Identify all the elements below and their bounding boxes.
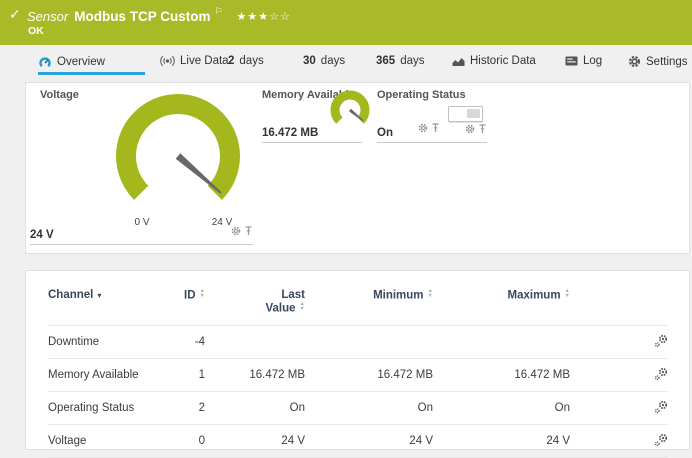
tab-365-days[interactable]: 365days — [376, 55, 424, 67]
sort-icon: ▲▼ — [200, 289, 205, 298]
sort-desc-icon: ▾ — [97, 291, 101, 300]
channel-id: 1 — [158, 358, 205, 391]
voltage-value: 24 V — [30, 229, 54, 241]
log-icon — [565, 56, 578, 66]
tab-historic-data[interactable]: Historic Data — [452, 55, 536, 67]
tab-30-days[interactable]: 30days — [303, 55, 345, 67]
pin-icon[interactable] — [478, 121, 487, 139]
channel-minimum: On — [305, 391, 433, 424]
channel-table-panel: Channel▾ ID▲▼ Last Value▲▼ Minimum▲▼ Max… — [25, 270, 690, 450]
column-header-id[interactable]: ID▲▼ — [158, 277, 205, 325]
channel-name: Operating Status — [48, 391, 158, 424]
object-kind-label: Sensor — [27, 9, 68, 24]
table-row: Operating Status 2 On On On — [48, 391, 668, 424]
priority-stars[interactable]: ★★★☆☆ — [237, 11, 291, 23]
channel-last-value: 16.472 MB — [205, 358, 305, 391]
column-header-actions — [570, 277, 668, 325]
voltage-gauge-needle — [176, 153, 222, 194]
channel-maximum — [433, 325, 570, 358]
channel-name: Downtime — [48, 325, 158, 358]
channel-name: Memory Available — [48, 358, 158, 391]
channel-id: 2 — [158, 391, 205, 424]
table-row: Voltage 0 24 V 24 V 24 V — [48, 424, 668, 457]
sensor-title: Modbus TCP Custom — [74, 9, 210, 24]
channel-id: -4 — [158, 325, 205, 358]
pin-icon[interactable] — [244, 223, 253, 241]
operating-status-title: Operating Status — [377, 89, 466, 101]
tab-bar: Overview Live Data 2days 30days 365days … — [0, 45, 692, 78]
channel-table: Channel▾ ID▲▼ Last Value▲▼ Minimum▲▼ Max… — [48, 277, 668, 458]
channel-id: 0 — [158, 424, 205, 457]
gear-icon[interactable] — [465, 121, 475, 139]
table-row: Downtime -4 — [48, 325, 668, 358]
tab-settings[interactable]: Settings — [628, 55, 688, 68]
channel-maximum: 16.472 MB — [433, 358, 570, 391]
tab-log[interactable]: Log — [565, 55, 602, 67]
settings-gear-icon — [628, 55, 641, 68]
active-tab-indicator — [38, 72, 145, 75]
channel-minimum: 16.472 MB — [305, 358, 433, 391]
sort-icon: ▲▼ — [428, 289, 433, 298]
table-row: Memory Available 1 16.472 MB 16.472 MB 1… — [48, 358, 668, 391]
flag-icon: ⚐ — [214, 6, 222, 16]
column-header-last-value[interactable]: Last Value▲▼ — [205, 277, 305, 325]
column-header-maximum[interactable]: Maximum▲▼ — [433, 277, 570, 325]
overview-gauges-panel: Voltage 0 V 24 V 24 V — [25, 82, 690, 254]
channel-last-value: 24 V — [205, 424, 305, 457]
gear-icon[interactable] — [231, 223, 241, 241]
memory-value: 16.472 MB — [262, 127, 318, 139]
channel-minimum: 24 V — [305, 424, 433, 457]
tab-live-data[interactable]: Live Data — [160, 55, 229, 67]
channel-name: Voltage — [48, 424, 158, 457]
sort-icon: ▲▼ — [565, 289, 570, 298]
channel-maximum: 24 V — [433, 424, 570, 457]
status-badge: OK — [28, 25, 44, 37]
channel-maximum: On — [433, 391, 570, 424]
operating-status-value: On — [377, 127, 393, 139]
channel-last-value: On — [205, 391, 305, 424]
live-data-icon — [160, 55, 175, 67]
tab-2-days[interactable]: 2days — [228, 55, 264, 67]
historic-data-icon — [452, 56, 465, 67]
ok-check-icon: ✓ — [9, 6, 21, 23]
channel-settings-icon[interactable] — [570, 358, 668, 391]
tab-overview[interactable]: Overview — [38, 55, 105, 68]
channel-settings-icon[interactable] — [570, 325, 668, 358]
channel-last-value — [205, 325, 305, 358]
column-header-channel[interactable]: Channel▾ — [48, 277, 158, 325]
channel-minimum — [305, 325, 433, 358]
sensor-header: ✓ Sensor Modbus TCP Custom ⚐ ★★★☆☆ OK — [0, 0, 692, 45]
sort-icon: ▲▼ — [300, 302, 305, 311]
voltage-gauge-title: Voltage — [40, 89, 79, 101]
channel-settings-icon[interactable] — [570, 391, 668, 424]
voltage-gauge — [113, 91, 243, 226]
column-header-minimum[interactable]: Minimum▲▼ — [305, 277, 433, 325]
channel-settings-icon[interactable] — [570, 424, 668, 457]
gauge-icon — [38, 55, 52, 68]
operating-status-switch — [448, 106, 483, 122]
